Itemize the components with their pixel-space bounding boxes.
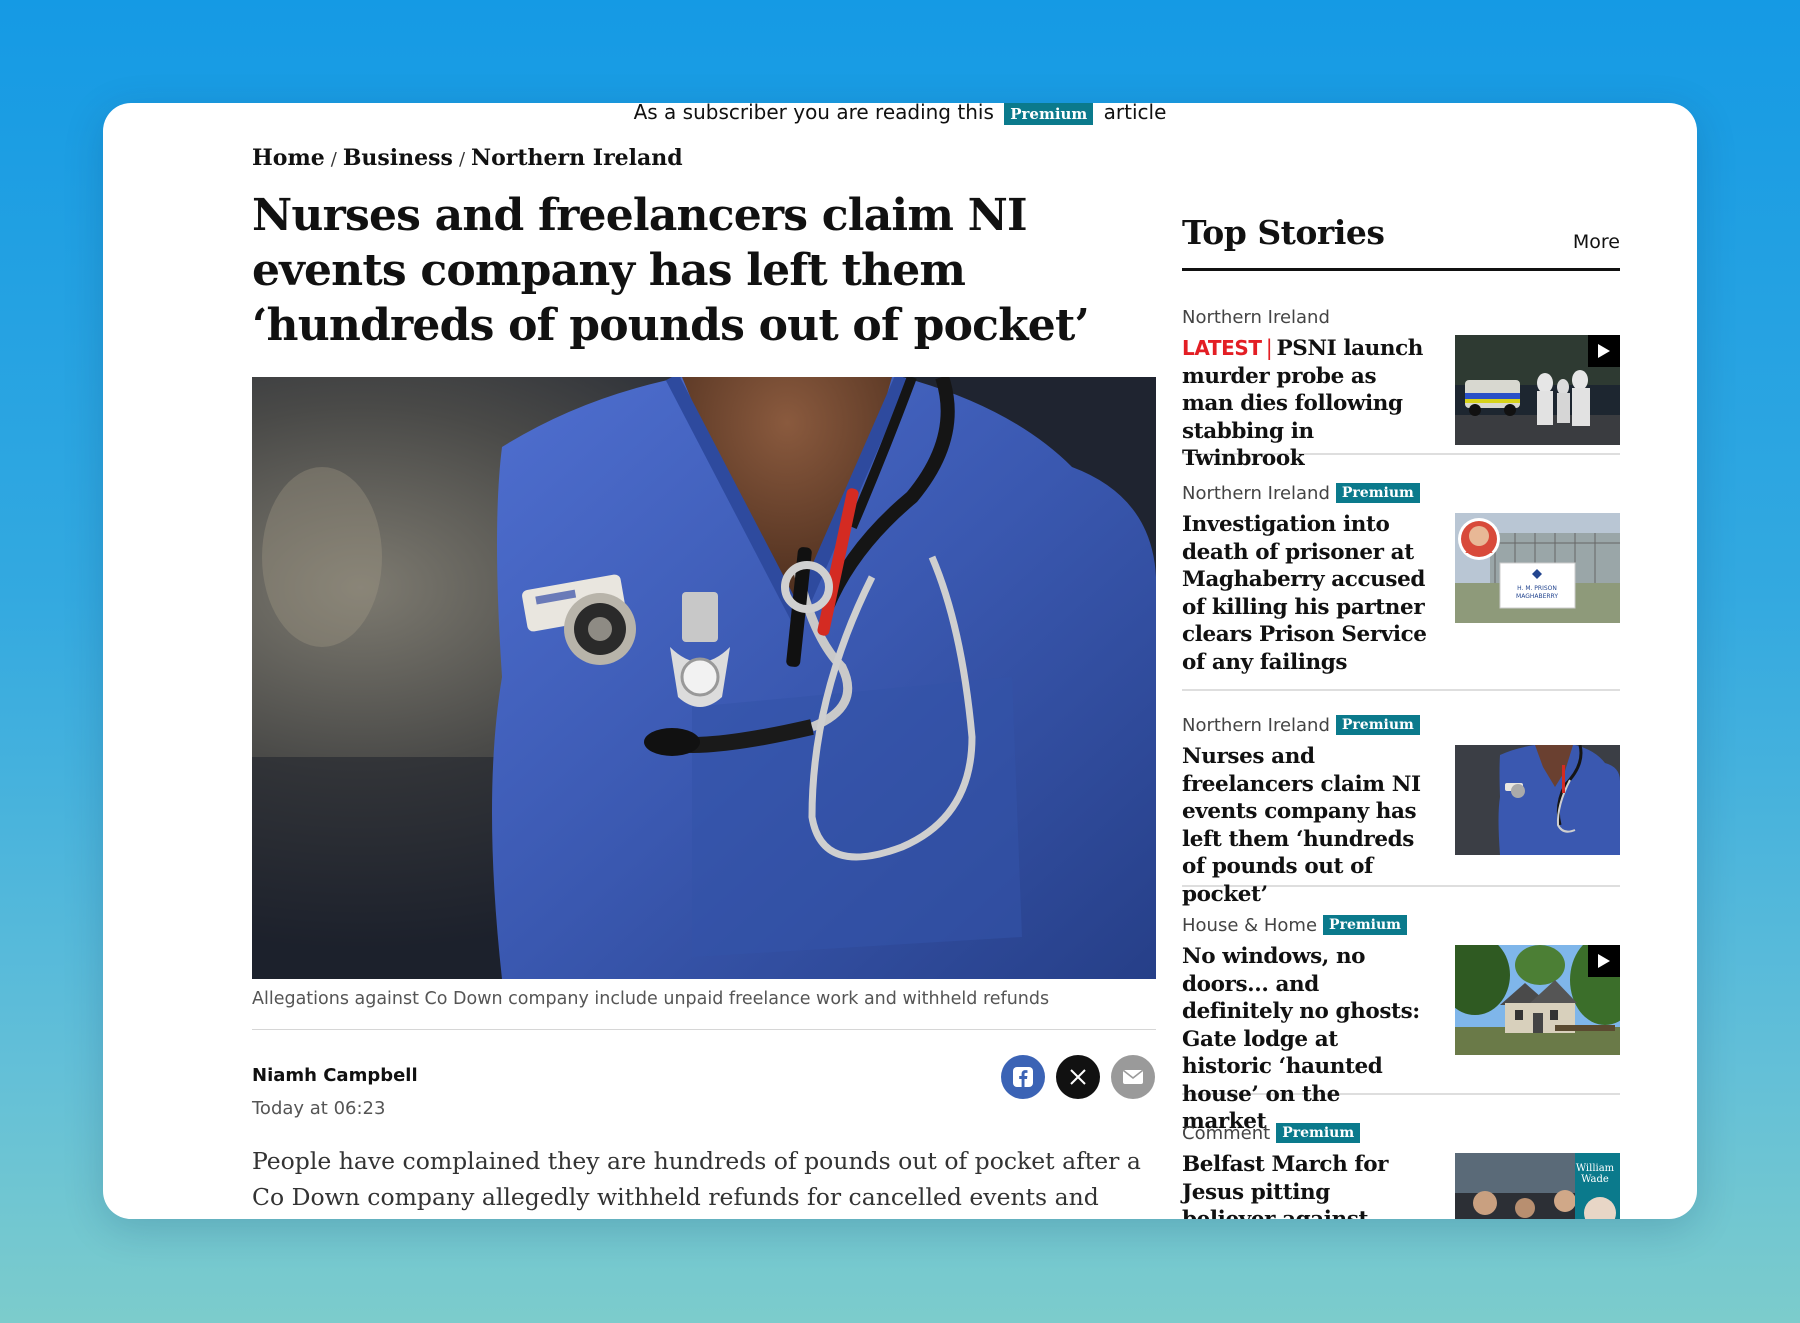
mail-icon — [1123, 1069, 1143, 1084]
story-headline[interactable]: Investigation into death of prisoner at … — [1182, 511, 1428, 676]
story-headline[interactable]: Nurses and freelancers claim NI events c… — [1182, 743, 1428, 908]
story-category-label: House & Home — [1182, 914, 1318, 936]
story-thumbnail[interactable]: William Wade — [1455, 1153, 1620, 1219]
share-facebook-button[interactable] — [1001, 1055, 1045, 1099]
article-headline: Nurses and freelancers claim NI events c… — [252, 190, 1090, 351]
premium-badge: Premium — [1323, 915, 1407, 935]
premium-badge: Premium — [1335, 483, 1420, 503]
subscriber-banner-text-end: article — [1103, 103, 1167, 124]
publish-date: Today at 06:23 — [252, 1098, 386, 1119]
story-category: Northern Ireland Premium — [1182, 713, 1620, 737]
story-category: House & Home Premium — [1182, 913, 1620, 937]
breadcrumb-northern-ireland[interactable]: Northern Ireland — [471, 145, 683, 171]
breadcrumb: Home / Business / Northern Ireland — [252, 145, 683, 171]
share-x-button[interactable] — [1056, 1055, 1100, 1099]
top-story-item[interactable]: Northern Ireland Premium Investigation i… — [1182, 481, 1620, 691]
divider — [252, 1029, 1156, 1030]
story-category-label: Comment — [1182, 1122, 1271, 1144]
breadcrumb-separator: / — [330, 149, 337, 170]
premium-badge: Premium — [1335, 715, 1420, 735]
subscriber-banner-text: As a subscriber you are reading this — [633, 103, 994, 124]
story-thumbnail[interactable] — [1455, 335, 1620, 445]
top-story-item[interactable]: Comment Premium Belfast March for Jesus … — [1182, 1121, 1620, 1219]
top-story-item[interactable]: Northern Ireland Premium Nurses and free… — [1182, 713, 1620, 907]
prison-sign-image: H. M. PRISON MAGHABERRY — [1455, 513, 1620, 623]
breadcrumb-business[interactable]: Business — [343, 145, 453, 171]
latest-tag: LATEST — [1182, 336, 1262, 360]
share-email-button[interactable] — [1111, 1055, 1155, 1099]
story-headline[interactable]: Belfast March for Jesus pitting believer… — [1182, 1151, 1428, 1219]
top-stories-title: Top Stories — [1182, 213, 1385, 252]
top-story-item[interactable]: Northern Ireland LATEST | PSNI launch murd… — [1182, 305, 1620, 471]
top-stories-header: Top Stories More — [1182, 213, 1620, 271]
play-video-button[interactable] — [1588, 335, 1620, 367]
columnist-name: William Wade — [1575, 1163, 1615, 1185]
article-lede: People have complained they are hundreds… — [252, 1147, 1141, 1211]
premium-badge: Premium — [1004, 103, 1094, 125]
svg-text:H. M. PRISON: H. M. PRISON — [1517, 585, 1557, 592]
top-story-item[interactable]: House & Home Premium No windows, no door… — [1182, 913, 1620, 1134]
play-icon — [1598, 954, 1610, 968]
story-thumbnail[interactable]: H. M. PRISON MAGHABERRY — [1455, 513, 1620, 623]
breadcrumb-separator: / — [458, 149, 466, 170]
latest-separator: | — [1265, 336, 1273, 361]
nurse-thumbnail-image — [1455, 745, 1620, 855]
play-video-button[interactable] — [1588, 945, 1620, 977]
story-category-label: Northern Ireland — [1182, 482, 1330, 504]
play-icon — [1598, 344, 1610, 358]
svg-text:MAGHABERRY: MAGHABERRY — [1516, 593, 1558, 600]
nurse-stethoscope-photo — [252, 377, 1156, 979]
article-hero-image[interactable] — [252, 377, 1156, 979]
story-category-label: Northern Ireland — [1182, 306, 1330, 328]
story-category: Comment Premium — [1182, 1121, 1620, 1145]
story-headline[interactable]: LATEST | PSNI launch murder probe as man d… — [1182, 335, 1428, 473]
top-stories-more-link[interactable]: More — [1573, 231, 1620, 253]
subscriber-banner: As a subscriber you are reading this Pre… — [103, 103, 1697, 127]
facebook-icon — [1013, 1067, 1033, 1087]
x-icon — [1070, 1069, 1086, 1085]
browser-card: As a subscriber you are reading this Pre… — [103, 103, 1697, 1219]
story-category: Northern Ireland — [1182, 305, 1620, 329]
premium-badge: Premium — [1276, 1123, 1361, 1143]
story-category-label: Northern Ireland — [1182, 714, 1330, 736]
story-thumbnail[interactable] — [1455, 945, 1620, 1055]
breadcrumb-home[interactable]: Home — [252, 145, 325, 171]
image-caption: Allegations against Co Down company incl… — [252, 989, 1050, 1009]
story-thumbnail[interactable] — [1455, 745, 1620, 855]
author-name[interactable]: Niamh Campbell — [252, 1065, 418, 1086]
story-headline[interactable]: No windows, no doors... and definitely n… — [1182, 943, 1428, 1136]
story-category: Northern Ireland Premium — [1182, 481, 1620, 505]
